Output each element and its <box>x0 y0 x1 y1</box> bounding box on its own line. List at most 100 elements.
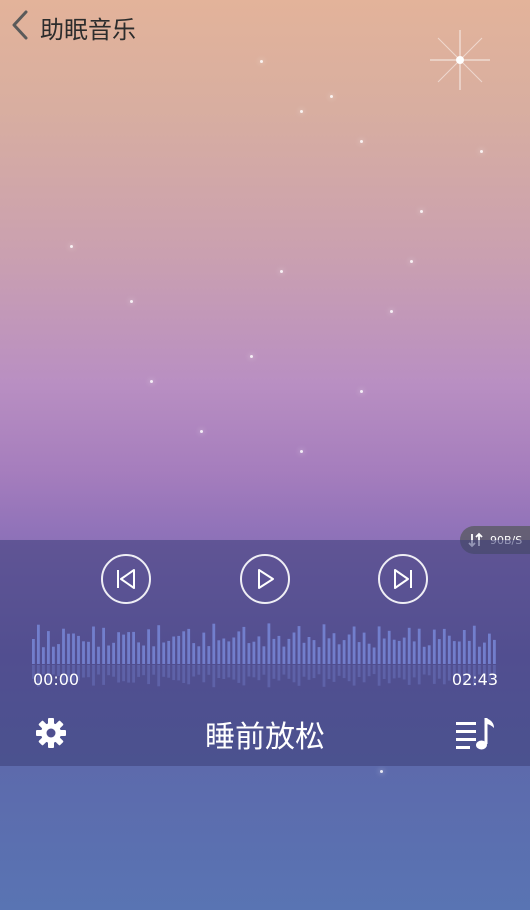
waveform-bar <box>267 623 271 664</box>
waveform-bar <box>442 628 446 664</box>
waveform-reflection <box>397 665 401 678</box>
waveform-bar <box>42 647 45 664</box>
waveform-bar <box>197 646 201 664</box>
waveform-reflection <box>317 665 321 675</box>
waveform-reflection <box>82 665 85 678</box>
waveform-reflection <box>417 665 421 685</box>
waveform-bar <box>417 628 421 664</box>
playlist-icon[interactable] <box>456 716 496 752</box>
waveform-bar <box>367 643 371 664</box>
waveform-reflection <box>187 665 191 685</box>
waveform-bar <box>352 626 356 664</box>
waveform-reflection <box>412 665 416 678</box>
waveform-bar <box>162 642 166 664</box>
waveform-reflection <box>262 665 266 675</box>
waveform-bar <box>452 641 456 664</box>
waveform-reflection <box>207 665 211 675</box>
waveform-bar <box>132 631 135 664</box>
waveform-reflection <box>202 665 206 683</box>
waveform-bar <box>412 641 416 664</box>
waveform-bar <box>312 640 316 664</box>
waveform-bar <box>167 640 171 664</box>
music-player-panel: 00:00 02:43 睡前放松 <box>0 540 530 766</box>
waveform-bar <box>402 637 406 664</box>
waveform-reflection <box>432 665 436 684</box>
waveform-bar <box>87 641 90 664</box>
play-icon <box>258 569 274 589</box>
waveform-reflection <box>252 665 256 678</box>
waveform-reflection <box>247 665 251 677</box>
waveform-bar <box>357 642 361 664</box>
waveform-bar <box>137 642 140 664</box>
waveform-reflection <box>382 665 386 679</box>
waveform-reflection <box>302 665 306 677</box>
play-button[interactable] <box>240 554 290 604</box>
waveform-bar <box>332 633 336 664</box>
next-icon <box>394 569 412 589</box>
waveform-bar <box>292 632 296 664</box>
previous-button[interactable] <box>101 554 151 604</box>
waveform-reflection <box>127 665 130 683</box>
waveform-bar <box>483 642 486 664</box>
waveform-reflection <box>167 665 171 678</box>
waveform-bar <box>182 631 186 664</box>
waveform-progress[interactable] <box>32 616 498 696</box>
waveform-bar <box>242 626 246 664</box>
waveform-bar <box>347 634 351 664</box>
waveform-bar <box>342 640 346 664</box>
next-button[interactable] <box>378 554 428 604</box>
waveform-bar <box>262 646 266 664</box>
waveform-reflection <box>342 665 346 679</box>
waveform-reflection <box>447 665 451 681</box>
waveform-bar <box>272 638 276 664</box>
waveform-bar <box>372 647 376 664</box>
waveform-reflection <box>407 665 411 685</box>
waveform-bar <box>362 632 366 664</box>
waveform-bar <box>212 623 216 664</box>
waveform-bar <box>447 635 451 664</box>
waveform-reflection <box>392 665 396 679</box>
waveform-reflection <box>357 665 361 677</box>
waveform-reflection <box>87 665 90 678</box>
waveform-bar <box>217 640 221 664</box>
top-bar: 助眠音乐 <box>0 0 530 52</box>
waveform-bar <box>117 632 120 664</box>
waveform-bar <box>302 642 306 664</box>
waveform-reflection <box>217 665 221 678</box>
waveform-reflection <box>102 665 105 685</box>
waveform-reflection <box>427 665 431 676</box>
waveform-bar <box>247 643 251 664</box>
waveform-bar <box>407 627 411 664</box>
previous-icon <box>117 569 135 589</box>
waveform-bar <box>52 646 55 664</box>
waveform-bar <box>187 628 191 664</box>
waveform-bar <box>102 627 105 664</box>
waveform-reflection <box>387 665 391 684</box>
waveform-bar <box>467 640 471 664</box>
waveform-bar <box>62 628 65 664</box>
waveform-bar <box>337 644 341 664</box>
waveform-reflection <box>172 665 176 681</box>
waveform-reflection <box>272 665 276 679</box>
current-time: 00:00 <box>33 670 80 689</box>
waveform-bar <box>488 633 491 664</box>
waveform-bar <box>237 631 241 664</box>
back-icon[interactable] <box>6 8 36 42</box>
waveform-bar <box>157 625 161 664</box>
waveform-bar <box>457 641 461 664</box>
waveform-reflection <box>362 665 366 683</box>
waveform-bar <box>37 624 40 664</box>
waveform-reflection <box>292 665 296 683</box>
waveform-bar <box>177 635 181 664</box>
waveform-bar <box>32 639 35 664</box>
waveform-bar <box>493 639 496 664</box>
waveform-bar <box>297 626 301 664</box>
waveform-reflection <box>352 665 356 686</box>
waveform-bar <box>252 641 256 664</box>
waveform-bar <box>192 643 196 664</box>
waveform-bar <box>222 638 226 664</box>
player-bottom-row: 睡前放松 <box>0 706 530 760</box>
waveform-reflection <box>327 665 331 680</box>
waveform-bar <box>392 639 396 664</box>
waveform-reflection <box>117 665 120 683</box>
